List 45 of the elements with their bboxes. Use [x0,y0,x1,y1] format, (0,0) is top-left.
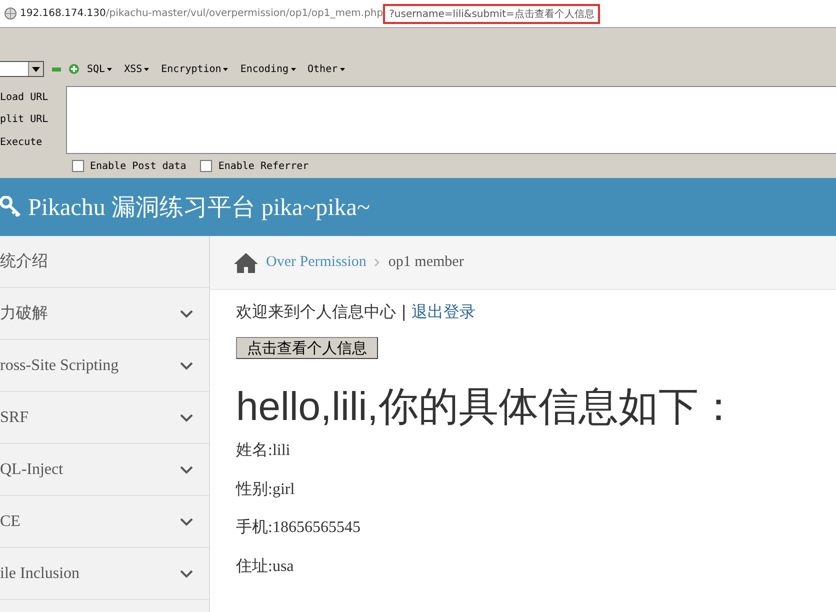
view-info-button[interactable]: 点击查看个人信息 [236,337,378,359]
info-heading: hello,lili,你的具体信息如下： [236,384,740,431]
dropdown[interactable] [0,61,44,77]
sidebar-item[interactable]: ile Inclusion [0,548,209,600]
plus-icon[interactable] [69,64,79,74]
welcome-text: 欢迎来到个人信息中心 [236,302,396,321]
home-icon[interactable] [234,252,258,272]
info-field: 手机:18656565545 [236,517,810,556]
sidebar-item[interactable]: CE [0,496,209,548]
hackbar-action[interactable]: plit URL [0,114,66,126]
sidebar-item[interactable]: 统介绍 [0,236,209,288]
caret-icon [144,68,150,70]
sidebar-item[interactable]: QL-Inject [0,444,209,496]
checkbox[interactable] [72,160,84,172]
hackbar-menu[interactable]: Other [308,64,345,74]
hackbar-action[interactable]: Load URL [0,92,66,103]
sidebar-item[interactable]: ross-Site Scripting [0,340,209,392]
breadcrumb-current: op1 member [388,254,464,271]
checkbox-label: Enable Referrer [218,160,309,172]
globe-icon [4,7,17,20]
caret-icon [107,68,112,70]
url-host: 192.168.174.130 [20,8,106,19]
caret-icon [290,68,296,70]
checkbox-label: Enable Post data [90,160,186,172]
url-textarea[interactable] [66,86,836,154]
sidebar-item[interactable]: SRF [0,392,209,444]
logout-link[interactable]: 退出登录 [412,302,476,321]
site-title: Pikachu 漏洞练习平台 pika~pika~ [28,194,370,223]
info-field: 性别:girl [236,478,810,517]
hackbar-menu[interactable]: Encoding [240,64,296,74]
key-icon [0,196,22,218]
hackbar-menu[interactable]: Encryption [161,64,228,74]
info-field: 姓名:lili [236,440,810,478]
caret-icon [340,68,345,70]
chevron-right-icon [374,258,380,267]
url-path: /pikachu-master/vul/overpermission/op1/op1_mem.php [106,8,384,19]
highlighted-url-query: ?username=lili&submit=点击查看个人信息 [383,4,600,24]
hackbar-action[interactable]: Execute [0,137,66,148]
sidebar-item[interactable]: 力破解 [0,288,209,340]
separator: | [401,302,406,321]
hackbar-menu[interactable]: SQL [87,64,112,74]
hackbar-menu[interactable]: XSS [124,64,150,74]
info-field: 住址:usa [236,556,810,594]
checkbox[interactable] [200,160,212,172]
caret-icon [223,68,228,70]
